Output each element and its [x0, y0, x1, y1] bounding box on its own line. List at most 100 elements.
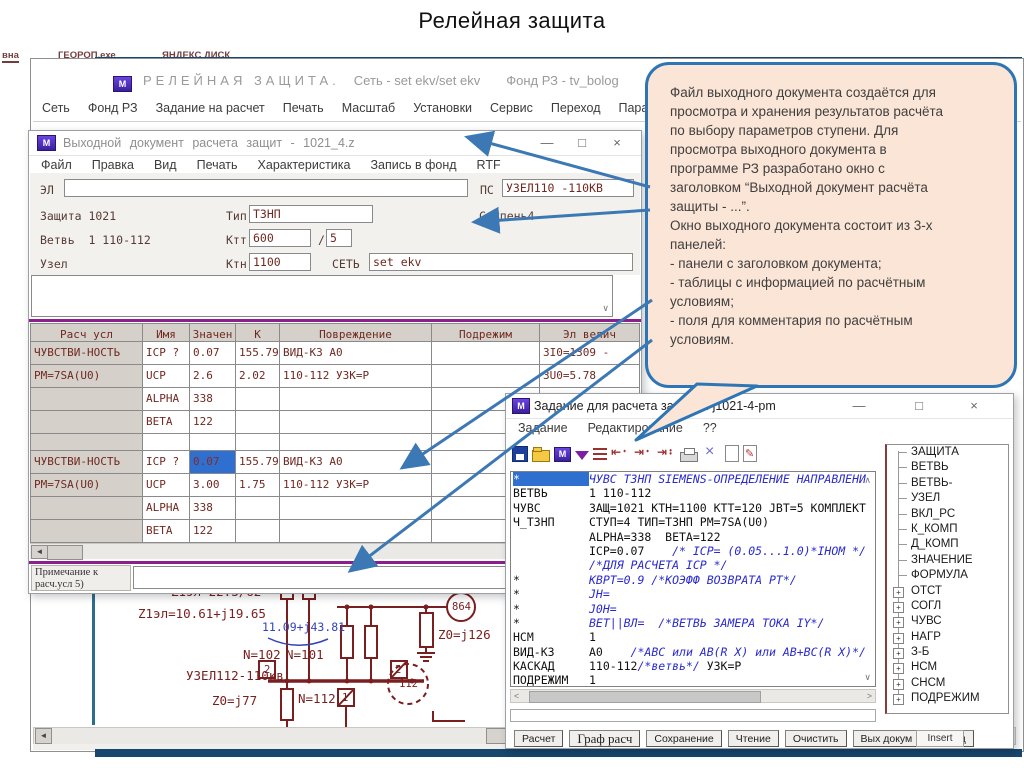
tree-item-отст[interactable]: +ОТСТ [887, 584, 1008, 599]
close-icon[interactable]: × [961, 396, 987, 416]
table-cell[interactable] [280, 411, 432, 433]
table-cell[interactable]: BETA [143, 411, 190, 433]
editor-line[interactable]: *BET||ВЛ= /*ВЕТВЬ ЗАМЕРА ТОКА IY*/ [511, 616, 875, 630]
net-input[interactable] [369, 253, 633, 271]
table-cell[interactable]: 1.75 [236, 474, 280, 496]
table-cell[interactable] [280, 520, 432, 542]
doc-titlebar[interactable]: М Выходной документ расчета защит - 1021… [29, 131, 641, 156]
table-cell[interactable]: BETA [143, 520, 190, 542]
table-cell[interactable] [31, 434, 143, 450]
scroll-right-icon[interactable]: > [867, 691, 872, 701]
jtt-input[interactable] [326, 229, 352, 247]
editor-line[interactable]: ВЕТВЬ1 110-112 [511, 486, 875, 500]
menu-item[interactable]: RTF [467, 155, 511, 174]
editor-line[interactable]: /*ДЛЯ РАСЧЕТА ICP */ [511, 558, 875, 572]
ps-input[interactable] [502, 179, 634, 197]
расчет-button[interactable]: Расчет [514, 730, 563, 747]
table-cell[interactable]: ICP ? [143, 342, 190, 364]
tree-item-нагр[interactable]: +НАГР [887, 630, 1008, 645]
table-cell[interactable] [31, 388, 143, 410]
tree-item-к_комп[interactable]: К_КОМП [887, 522, 1008, 537]
table-cell[interactable] [236, 497, 280, 519]
move-end-icon[interactable] [657, 444, 676, 462]
table-cell[interactable] [143, 434, 190, 450]
table-cell[interactable]: 122 [190, 520, 236, 542]
type-input[interactable] [249, 205, 373, 223]
expand-icon[interactable]: + [893, 633, 904, 644]
tree-item-формула[interactable]: ФОРМУЛА [887, 568, 1008, 583]
table-cell[interactable] [280, 434, 432, 450]
ktn-input[interactable] [249, 253, 311, 271]
table-cell[interactable]: 0.07 [190, 451, 236, 473]
editor-line[interactable]: НСМ1 [511, 630, 875, 644]
очистить-button[interactable]: Очистить [785, 730, 847, 747]
menu-item[interactable]: Файл [31, 155, 82, 174]
tree-item-ветвь-[interactable]: ВЕТВЬ- [887, 476, 1008, 491]
column-header[interactable]: Значен [190, 324, 236, 341]
move-right-icon[interactable] [634, 444, 653, 462]
column-header[interactable]: Эл велич [540, 324, 639, 341]
task-editor[interactable]: *ЧУВС ТЗНП SIEMENS-ОПРЕДЕЛЕНИЕ НАПРАВЛЕН… [510, 471, 876, 687]
expand-icon[interactable]: + [893, 587, 904, 598]
table-cell[interactable]: UCP [143, 474, 190, 496]
scroll-left-icon[interactable]: ◄ [35, 728, 52, 744]
вых-докум-button[interactable]: Вых докум [853, 730, 921, 747]
print-icon[interactable] [680, 452, 698, 462]
table-cell[interactable]: PM=7SA(U0) [31, 474, 143, 496]
menu-item[interactable]: Запись в фонд [360, 155, 466, 174]
editor-line[interactable]: ПОДРЕЖИМ1 [511, 673, 875, 687]
scroll-thumb[interactable] [47, 545, 83, 560]
table-cell[interactable]: 3.00 [190, 474, 236, 496]
table-cell[interactable] [31, 411, 143, 433]
scroll-down-icon[interactable]: ∨ [864, 672, 871, 683]
table-cell[interactable] [236, 388, 280, 410]
menu-item[interactable]: Печать [187, 155, 248, 174]
table-cell[interactable]: ВИД-КЗ А0 [280, 451, 432, 473]
table-cell[interactable] [190, 434, 236, 450]
app-icon[interactable] [554, 447, 571, 462]
scroll-up-icon[interactable]: ∧ [864, 475, 871, 486]
table-cell[interactable]: 3I0=1309 - [540, 342, 639, 364]
el-input[interactable] [64, 179, 468, 197]
editor-line[interactable]: *JH= [511, 587, 875, 601]
tree-item-узел[interactable]: УЗЕЛ [887, 491, 1008, 506]
column-header[interactable]: Повреждение [280, 324, 432, 341]
ktt-input[interactable] [249, 229, 311, 247]
table-cell[interactable]: UCP [143, 365, 190, 387]
table-cell[interactable] [236, 411, 280, 433]
doc-comment-box[interactable]: ∨ [31, 275, 613, 317]
editor-line[interactable]: ВИД-КЗА0 /*АВС или АВ(R X) или АВ+ВС(R X… [511, 645, 875, 659]
editor-line[interactable]: *ЧУВС ТЗНП SIEMENS-ОПРЕДЕЛЕНИЕ НАПРАВЛЕН… [511, 472, 875, 486]
table-cell[interactable]: ЧУВСТВИ-НОСТЬ [31, 451, 143, 473]
table-cell[interactable] [432, 365, 540, 387]
expand-icon[interactable]: + [893, 679, 904, 690]
editor-line[interactable]: КАСКАД110-112/*ветвь*/ УЗК=Р [511, 659, 875, 673]
table-cell[interactable]: 2.6 [190, 365, 236, 387]
menu-item[interactable]: Редактирование [578, 418, 693, 437]
table-cell[interactable] [280, 388, 432, 410]
table-cell[interactable]: 338 [190, 497, 236, 519]
table-cell[interactable]: 155.79 [236, 451, 280, 473]
tree-item-ветвь[interactable]: ВЕТВЬ [887, 460, 1008, 475]
menu-item[interactable]: Задание [508, 418, 578, 437]
tree-item-снсм[interactable]: +СНСМ [887, 676, 1008, 691]
table-cell[interactable] [31, 520, 143, 542]
table-cell[interactable]: 3U0=5.78 - [540, 365, 639, 387]
column-header[interactable]: К [236, 324, 280, 341]
table-cell[interactable]: PM=7SA(U0) [31, 365, 143, 387]
column-header[interactable]: Имя [143, 324, 190, 341]
move-left-icon[interactable] [611, 444, 630, 462]
table-cell[interactable]: 110-112 УЗК=Р [280, 474, 432, 496]
column-header[interactable]: Подрежим [432, 324, 540, 341]
expand-icon[interactable]: + [893, 648, 904, 659]
expand-icon[interactable]: + [893, 694, 904, 705]
column-header[interactable]: Расч усл [31, 324, 143, 341]
tree-item-подрежим[interactable]: +ПОДРЕЖИМ [887, 691, 1008, 706]
editor-line[interactable]: *J0H= [511, 602, 875, 616]
editor-line[interactable]: ICP=0.07 /* ICP= (0.05...1.0)*IHOM */ [511, 544, 875, 558]
tree-item-согл[interactable]: +СОГЛ [887, 599, 1008, 614]
menu-item[interactable]: Характеристика [248, 155, 361, 174]
new-doc-icon[interactable] [725, 445, 739, 462]
table-cell[interactable] [31, 497, 143, 519]
task-titlebar[interactable]: М Задание для расчета защиты: j1021-4-pm… [506, 394, 1013, 419]
